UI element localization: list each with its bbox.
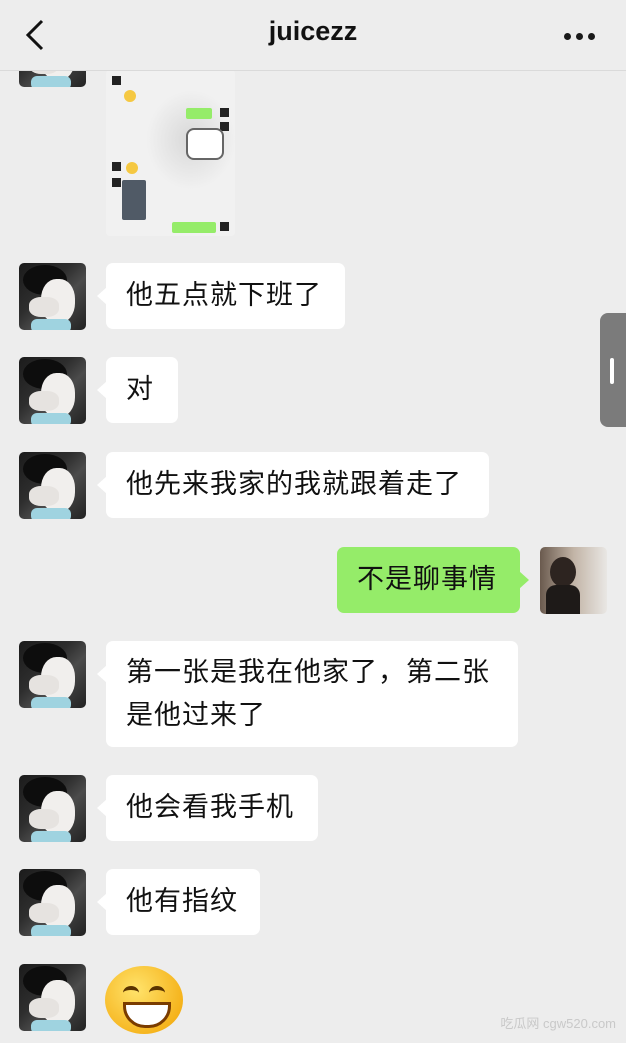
contact-avatar[interactable] xyxy=(19,641,86,708)
side-drawer-handle[interactable] xyxy=(600,313,626,427)
message-bubble[interactable]: 对 xyxy=(97,357,178,423)
contact-avatar[interactable] xyxy=(19,775,86,842)
message-text: 他会看我手机 xyxy=(126,792,294,823)
watermark-text: 吃瓜网 cgw520.com xyxy=(500,1016,616,1031)
my-message-bubble[interactable]: 不是聊事情 xyxy=(337,547,529,613)
message-text: 不是聊事情 xyxy=(357,564,497,595)
shared-screenshot-image[interactable] xyxy=(106,70,235,236)
contact-avatar[interactable] xyxy=(19,964,86,1031)
message-bubble[interactable]: 第一张是我在他家了，第二张 是他过来了 xyxy=(97,641,518,747)
message-text: 对 xyxy=(126,374,154,405)
contact-avatar[interactable] xyxy=(19,357,86,424)
message-text-line: 是他过来了 xyxy=(126,700,266,731)
message-text: 他先来我家的我就跟着走了 xyxy=(126,469,462,500)
contact-avatar[interactable] xyxy=(19,263,86,330)
chat-title: juicezz xyxy=(268,16,358,46)
message-text-line: 第一张是我在他家了，第二张 xyxy=(126,657,490,688)
more-options-icon[interactable] xyxy=(564,33,596,41)
message-bubble[interactable]: 他会看我手机 xyxy=(97,775,318,841)
message-bubble[interactable]: 他先来我家的我就跟着走了 xyxy=(97,452,489,518)
contact-avatar[interactable] xyxy=(19,452,86,519)
message-bubble[interactable]: 他有指纹 xyxy=(97,869,260,935)
message-text: 他有指纹 xyxy=(126,886,238,917)
chat-header: juicezz xyxy=(0,0,626,71)
contact-avatar[interactable] xyxy=(19,869,86,936)
grinning-face-emoji xyxy=(105,966,183,1034)
message-text: 他五点就下班了 xyxy=(126,280,322,311)
my-avatar[interactable] xyxy=(540,547,607,614)
message-bubble[interactable]: 他五点就下班了 xyxy=(97,263,345,329)
